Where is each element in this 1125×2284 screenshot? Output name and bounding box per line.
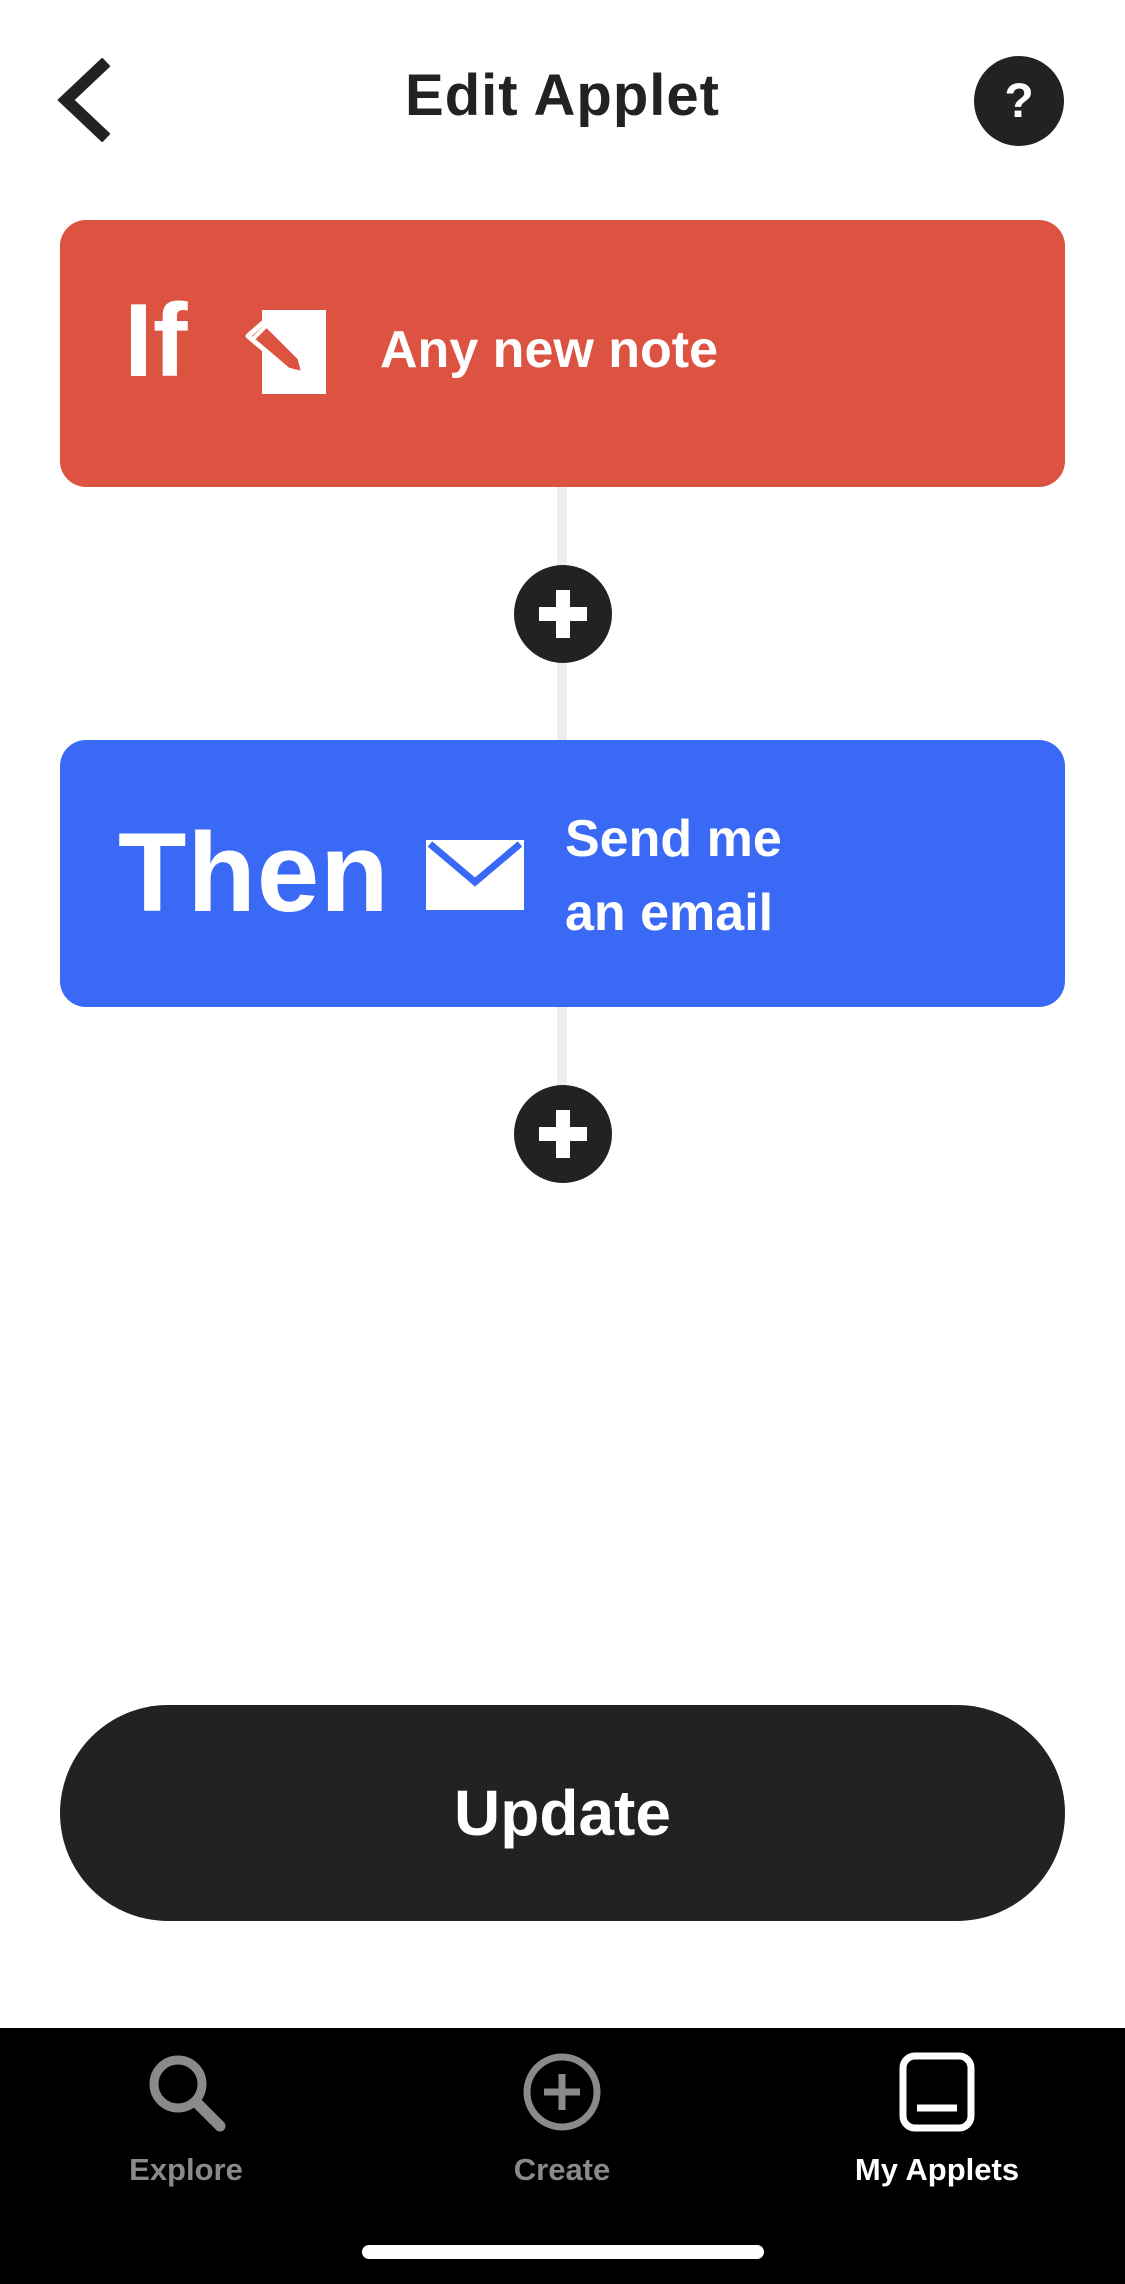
action-label-line1: Send me xyxy=(565,810,782,868)
tab-my-applets-label: My Applets xyxy=(854,2152,1020,2187)
search-icon xyxy=(149,2055,226,2132)
update-button[interactable]: Update xyxy=(60,1705,1065,1921)
question-mark-icon: ? xyxy=(1004,74,1034,128)
tab-create-label: Create xyxy=(513,2152,611,2187)
plus-icon xyxy=(539,1110,587,1158)
plus-circle-icon xyxy=(523,2053,601,2131)
tab-explore-label: Explore xyxy=(129,2152,243,2187)
add-step-button[interactable] xyxy=(514,565,612,663)
trigger-card[interactable]: If Any new note xyxy=(60,220,1065,487)
then-keyword: Then xyxy=(118,810,390,935)
tab-create[interactable]: Create xyxy=(422,2050,702,2200)
add-action-button[interactable] xyxy=(514,1085,612,1183)
edit-applet-screen: Edit Applet ? If Any new note Then Send … xyxy=(0,0,1125,2284)
applets-icon xyxy=(899,2052,975,2132)
help-button[interactable]: ? xyxy=(974,56,1064,146)
connector-line xyxy=(557,1007,567,1087)
action-label-line2: an email xyxy=(565,884,774,942)
tab-my-applets[interactable]: My Applets xyxy=(797,2050,1077,2200)
action-card[interactable]: Then Send me an email xyxy=(60,740,1065,1007)
if-keyword: If xyxy=(124,283,188,399)
plus-icon xyxy=(539,590,587,638)
header: Edit Applet ? xyxy=(0,0,1125,200)
trigger-label: Any new note xyxy=(380,321,719,379)
page-title: Edit Applet xyxy=(405,63,720,128)
home-indicator[interactable] xyxy=(362,2245,764,2259)
action-label: Send me an email xyxy=(565,802,925,950)
envelope-icon xyxy=(426,840,524,910)
note-pencil-icon xyxy=(245,310,326,394)
tab-explore[interactable]: Explore xyxy=(46,2050,326,2200)
